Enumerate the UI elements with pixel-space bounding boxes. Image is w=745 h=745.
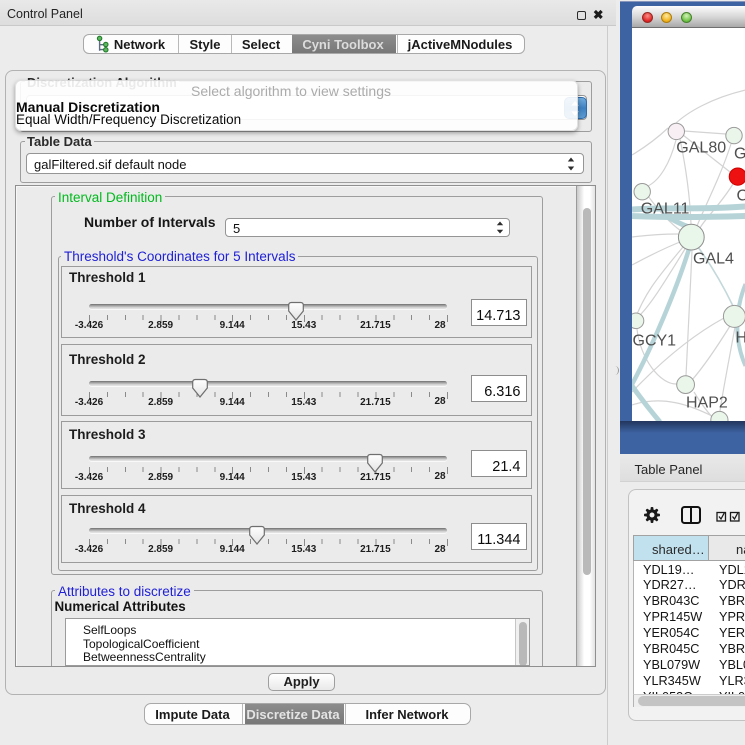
svg-text:H: H (735, 330, 745, 347)
svg-text:GCY1: GCY1 (632, 333, 676, 350)
svg-text:GAL80: GAL80 (676, 139, 726, 156)
svg-text:GAL11: GAL11 (640, 200, 689, 217)
svg-text:HAP2: HAP2 (686, 395, 728, 412)
svg-text:GAL4: GAL4 (693, 250, 734, 267)
svg-text:C: C (736, 188, 745, 205)
svg-text:GA: GA (734, 146, 745, 163)
